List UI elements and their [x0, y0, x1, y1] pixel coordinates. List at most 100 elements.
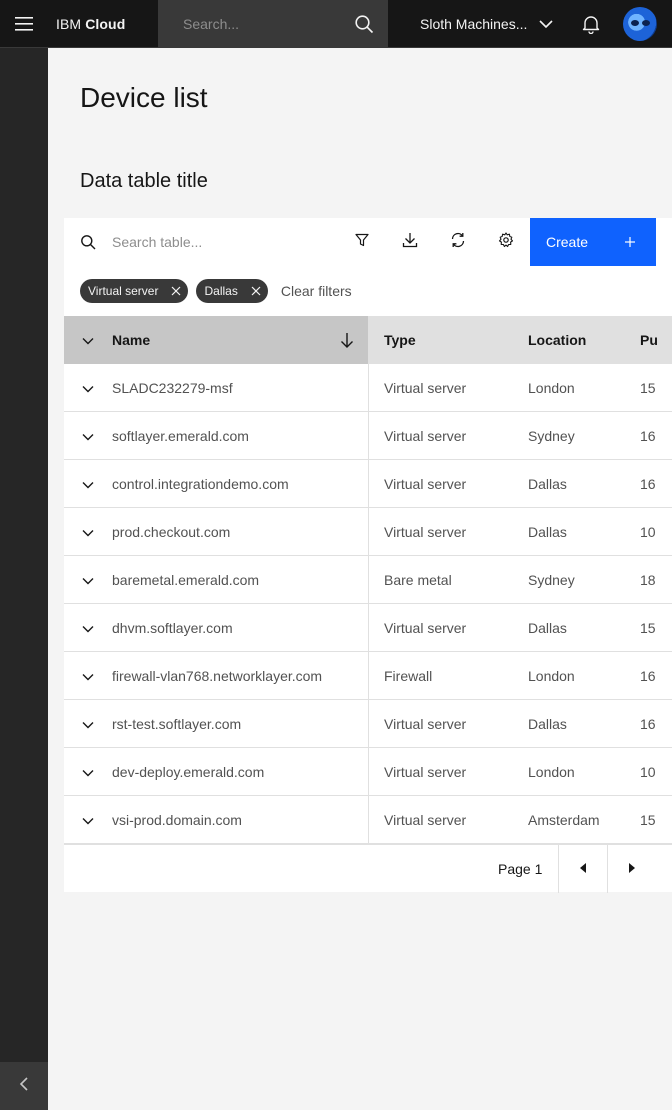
- cell-location: Dallas: [528, 715, 567, 732]
- caret-right-icon: [628, 860, 636, 878]
- expand-row-button[interactable]: [64, 412, 112, 460]
- close-icon[interactable]: [164, 279, 188, 303]
- account-switcher[interactable]: Sloth Machines...: [420, 0, 553, 48]
- table-header-row: Name Type Location Pu: [64, 316, 672, 364]
- expand-row-button[interactable]: [64, 796, 112, 844]
- brand-logo[interactable]: IBM Cloud: [48, 16, 158, 32]
- global-search: [158, 0, 388, 48]
- cell-type: Firewall: [384, 667, 433, 684]
- create-button-label: Create: [546, 234, 589, 250]
- expand-row-button[interactable]: [64, 508, 112, 556]
- create-button[interactable]: Create: [530, 218, 656, 266]
- download-button[interactable]: [386, 218, 434, 266]
- cell-type: Virtual server: [384, 811, 467, 828]
- chevron-down-icon: [82, 716, 94, 732]
- cell-location: London: [528, 379, 575, 396]
- cell-name: vsi-prod.domain.com: [112, 795, 369, 844]
- table-row[interactable]: dhvm.softlayer.com Virtual server Dallas 15: [64, 603, 672, 652]
- cell-name: rst-test.softlayer.com: [112, 699, 369, 748]
- column-header-name[interactable]: Name: [112, 316, 369, 364]
- filter-tag-label: Dallas: [204, 284, 238, 298]
- expand-row-button[interactable]: [64, 604, 112, 652]
- chevron-down-icon: [82, 332, 94, 348]
- table-search-input[interactable]: [112, 218, 352, 266]
- page-title: Device list: [80, 82, 208, 113]
- filter-tag: Virtual server: [80, 279, 189, 303]
- chevron-down-icon: [82, 476, 94, 492]
- filter-button[interactable]: [338, 218, 386, 266]
- cell-public-ip: 16: [640, 427, 656, 444]
- refresh-icon: [450, 232, 466, 253]
- account-name: Sloth Machines...: [420, 16, 528, 32]
- refresh-button[interactable]: [434, 218, 482, 266]
- search-icon[interactable]: [354, 14, 374, 39]
- settings-button[interactable]: [482, 218, 530, 266]
- global-search-input[interactable]: [183, 16, 353, 32]
- close-icon[interactable]: [244, 279, 268, 303]
- cell-name: dev-deploy.emerald.com: [112, 747, 369, 796]
- page-number: Page 1: [498, 861, 543, 877]
- cell-public-ip: 16: [640, 475, 656, 492]
- clear-filters-button[interactable]: Clear filters: [281, 283, 352, 299]
- chevron-down-icon: [82, 380, 94, 396]
- pagination: Page 1: [64, 844, 672, 893]
- column-header-location[interactable]: Location: [528, 332, 640, 348]
- cell-type: Virtual server: [384, 763, 467, 780]
- table-row[interactable]: control.integrationdemo.com Virtual serve…: [64, 459, 672, 508]
- previous-page-button[interactable]: [558, 845, 606, 893]
- chevron-left-icon: [19, 1076, 29, 1096]
- expand-row-button[interactable]: [64, 364, 112, 412]
- cell-location: Sydney: [528, 427, 575, 444]
- sort-descending-icon[interactable]: [340, 331, 354, 352]
- chevron-down-icon: [82, 524, 94, 540]
- expand-row-button[interactable]: [64, 748, 112, 796]
- table-row[interactable]: vsi-prod.domain.com Virtual server Amsterd…: [64, 795, 672, 844]
- filter-tag: Dallas: [196, 279, 268, 303]
- cell-type: Virtual server: [384, 427, 467, 444]
- cell-location: Dallas: [528, 475, 567, 492]
- expand-row-button[interactable]: [64, 652, 112, 700]
- top-header: IBM Cloud Sloth Machines...: [0, 0, 672, 48]
- chevron-down-icon: [82, 620, 94, 636]
- chevron-down-icon: [82, 572, 94, 588]
- menu-icon[interactable]: [0, 0, 48, 48]
- avatar[interactable]: [623, 7, 657, 41]
- column-header-label: Name: [112, 332, 151, 348]
- chevron-down-icon: [82, 668, 94, 684]
- table-row[interactable]: SLADC232279-msf Virtual server London 15: [64, 363, 672, 412]
- table-row[interactable]: prod.checkout.com Virtual server Dallas 10: [64, 507, 672, 556]
- table-row[interactable]: rst-test.softlayer.com Virtual server Dall…: [64, 699, 672, 748]
- cell-name: SLADC232279-msf: [112, 363, 369, 412]
- cell-type: Virtual server: [384, 523, 467, 540]
- cell-name: control.integrationdemo.com: [112, 459, 369, 508]
- search-icon: [80, 234, 96, 255]
- chevron-down-icon: [82, 812, 94, 828]
- expand-all-button[interactable]: [64, 316, 112, 364]
- expand-row-button[interactable]: [64, 460, 112, 508]
- table-body: SLADC232279-msf Virtual server London 15 sof…: [64, 363, 672, 844]
- next-page-button[interactable]: [607, 845, 655, 893]
- table-row[interactable]: firewall-vlan768.networklayer.com Firewal…: [64, 651, 672, 700]
- table-row[interactable]: dev-deploy.emerald.com Virtual server Lond…: [64, 747, 672, 796]
- cell-location: London: [528, 763, 575, 780]
- cell-type: Virtual server: [384, 619, 467, 636]
- filter-tag-label: Virtual server: [88, 284, 159, 298]
- cell-public-ip: 16: [640, 667, 656, 684]
- data-table: Name Type Location Pu SLADC232279-msf Vir…: [64, 316, 672, 844]
- expand-row-button[interactable]: [64, 700, 112, 748]
- chevron-down-icon: [82, 428, 94, 444]
- cell-public-ip: 15: [640, 379, 656, 396]
- table-row[interactable]: softlayer.emerald.com Virtual server Sydne…: [64, 411, 672, 460]
- collapse-rail-button[interactable]: [0, 1062, 48, 1110]
- table-title: Data table title: [80, 170, 208, 192]
- table-row[interactable]: baremetal.emerald.com Bare metal Sydney 18: [64, 555, 672, 604]
- add-icon: [620, 232, 640, 255]
- cell-type: Bare metal: [384, 571, 452, 588]
- filter-icon: [355, 233, 369, 252]
- caret-left-icon: [579, 860, 587, 878]
- notification-icon[interactable]: [581, 14, 601, 39]
- cell-name: baremetal.emerald.com: [112, 555, 369, 604]
- expand-row-button[interactable]: [64, 556, 112, 604]
- column-header-type[interactable]: Type: [369, 332, 528, 348]
- column-header-public-ip[interactable]: Pu: [640, 332, 672, 348]
